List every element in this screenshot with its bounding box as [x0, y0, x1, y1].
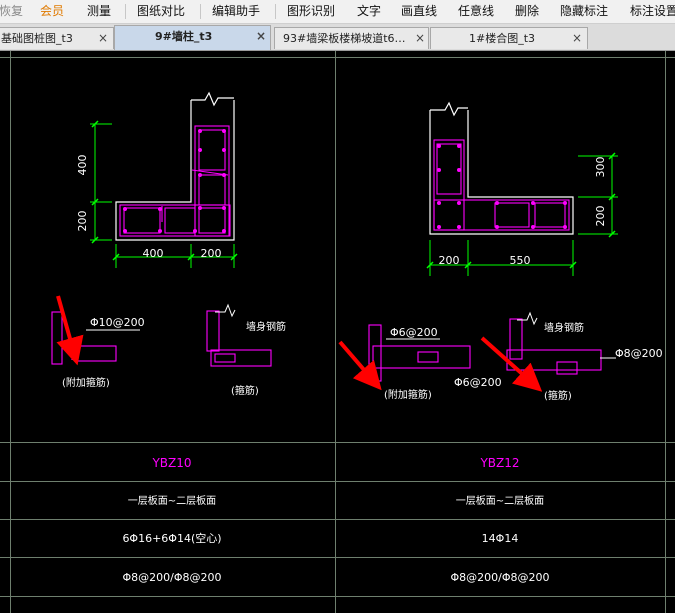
stirrup-spec: Φ8@200/Φ8@200 — [122, 571, 221, 584]
tab-close-icon[interactable]: × — [98, 28, 108, 49]
menu-delete[interactable]: 删除 — [515, 0, 539, 23]
stirrup-label: Φ8@200 — [615, 347, 663, 360]
stirrup-label: Φ10@200 — [90, 316, 145, 329]
document-tab-bar: 基础图桩图_t3 × 9#墙柱_t3 × 93#墙梁板楼梯坡道t6… × 1#楼… — [0, 24, 675, 51]
column-name: YBZ10 — [151, 456, 191, 470]
dimension-label: 550 — [510, 254, 531, 267]
menu-hide-annotation[interactable]: 隐藏标注 — [560, 0, 608, 23]
stirrup-label: Φ6@200 — [390, 326, 438, 339]
dimension-label: 400 — [76, 155, 89, 176]
column-name: YBZ12 — [479, 456, 519, 470]
annotation-arrow — [56, 295, 84, 366]
menu-member[interactable]: 会员 — [40, 0, 64, 23]
tab-close-icon[interactable]: × — [572, 28, 582, 49]
longitudinal-rebar: 14Φ14 — [482, 532, 519, 545]
tab-building-combined[interactable]: 1#楼合图_t3 × — [430, 27, 588, 49]
stirrup-label: Φ6@200 — [454, 376, 502, 389]
elevation-range: 一层板面~二层板面 — [456, 494, 544, 507]
rebar-stirrups — [119, 125, 231, 237]
drawing-canvas[interactable]: 400 200 400 200 Φ10@200 (附加箍筋) 墙身钢筋 (箍筋) — [0, 51, 675, 613]
stirrup-note: (箍筋) — [544, 389, 572, 402]
dimension-ticks — [91, 120, 238, 261]
dimension-label: 200 — [201, 247, 222, 260]
wall-rebar-label: 墙身钢筋 — [544, 321, 584, 334]
tab-foundation-pile[interactable]: 基础图桩图_t3 × — [0, 27, 114, 49]
tab-close-icon[interactable]: × — [256, 26, 266, 47]
section-ybz12: 300 200 200 550 Φ6@200 Φ6@200 (附加箍筋) 墙身钢… — [338, 101, 663, 402]
annotation-arrow — [338, 340, 382, 391]
menu-bar: 恢复 会员 测量 图纸对比 编辑助手 图形识别 文字 画直线 任意线 删除 隐藏… — [0, 0, 675, 24]
rebar-bars — [123, 129, 226, 233]
cad-drawing[interactable]: 400 200 400 200 Φ10@200 (附加箍筋) 墙身钢筋 (箍筋) — [0, 51, 675, 613]
menu-compare-drawings[interactable]: 图纸对比 — [137, 0, 185, 23]
menu-restore[interactable]: 恢复 — [0, 0, 23, 23]
menu-freehand-line[interactable]: 任意线 — [458, 0, 494, 23]
menu-text[interactable]: 文字 — [357, 0, 381, 23]
menu-annotation-settings[interactable]: 标注设置 — [630, 0, 675, 23]
menu-separator — [275, 4, 276, 19]
menu-measure[interactable]: 测量 — [87, 0, 111, 23]
stirrup-note: (箍筋) — [231, 384, 259, 397]
wall-outline — [115, 91, 235, 241]
rebar-stirrups — [433, 139, 570, 231]
tab-label: 93#墙梁板楼梯坡道t6… — [283, 32, 406, 45]
tab-label: 1#楼合图_t3 — [469, 32, 536, 45]
tab-wall-beam-slab[interactable]: 93#墙梁板楼梯坡道t6… × — [274, 27, 429, 49]
rebar-bars — [437, 144, 567, 229]
longitudinal-rebar: 6Φ16+6Φ14(空心) — [122, 531, 221, 545]
dimension-label: 300 — [594, 157, 607, 178]
dimension-label: 200 — [76, 211, 89, 232]
dimension-label: 200 — [594, 206, 607, 227]
stirrup-detail-wall — [206, 310, 272, 367]
stirrup-spec: Φ8@200/Φ8@200 — [450, 571, 549, 584]
extra-stirrup-note: (附加箍筋) — [62, 376, 110, 389]
elevation-range: 一层板面~二层板面 — [128, 494, 216, 507]
menu-shape-recognition[interactable]: 图形识别 — [287, 0, 335, 23]
menu-edit-assistant[interactable]: 编辑助手 — [212, 0, 260, 23]
dimension-label: 400 — [143, 247, 164, 260]
dimension-label: 200 — [439, 254, 460, 267]
dimension-ticks — [426, 152, 616, 269]
section-ybz10: 400 200 400 200 Φ10@200 (附加箍筋) 墙身钢筋 (箍筋) — [51, 91, 286, 397]
tab-wall-column[interactable]: 9#墙柱_t3 × — [114, 25, 271, 50]
menu-draw-line[interactable]: 画直线 — [401, 0, 437, 23]
tab-close-icon[interactable]: × — [415, 28, 425, 49]
wall-outline — [429, 101, 574, 235]
wall-rebar-label: 墙身钢筋 — [246, 320, 286, 333]
tab-label: 基础图桩图_t3 — [1, 32, 73, 45]
menu-separator — [125, 4, 126, 19]
tab-label: 9#墙柱_t3 — [155, 30, 213, 43]
menu-separator — [200, 4, 201, 19]
extra-stirrup-note: (附加箍筋) — [384, 388, 432, 401]
